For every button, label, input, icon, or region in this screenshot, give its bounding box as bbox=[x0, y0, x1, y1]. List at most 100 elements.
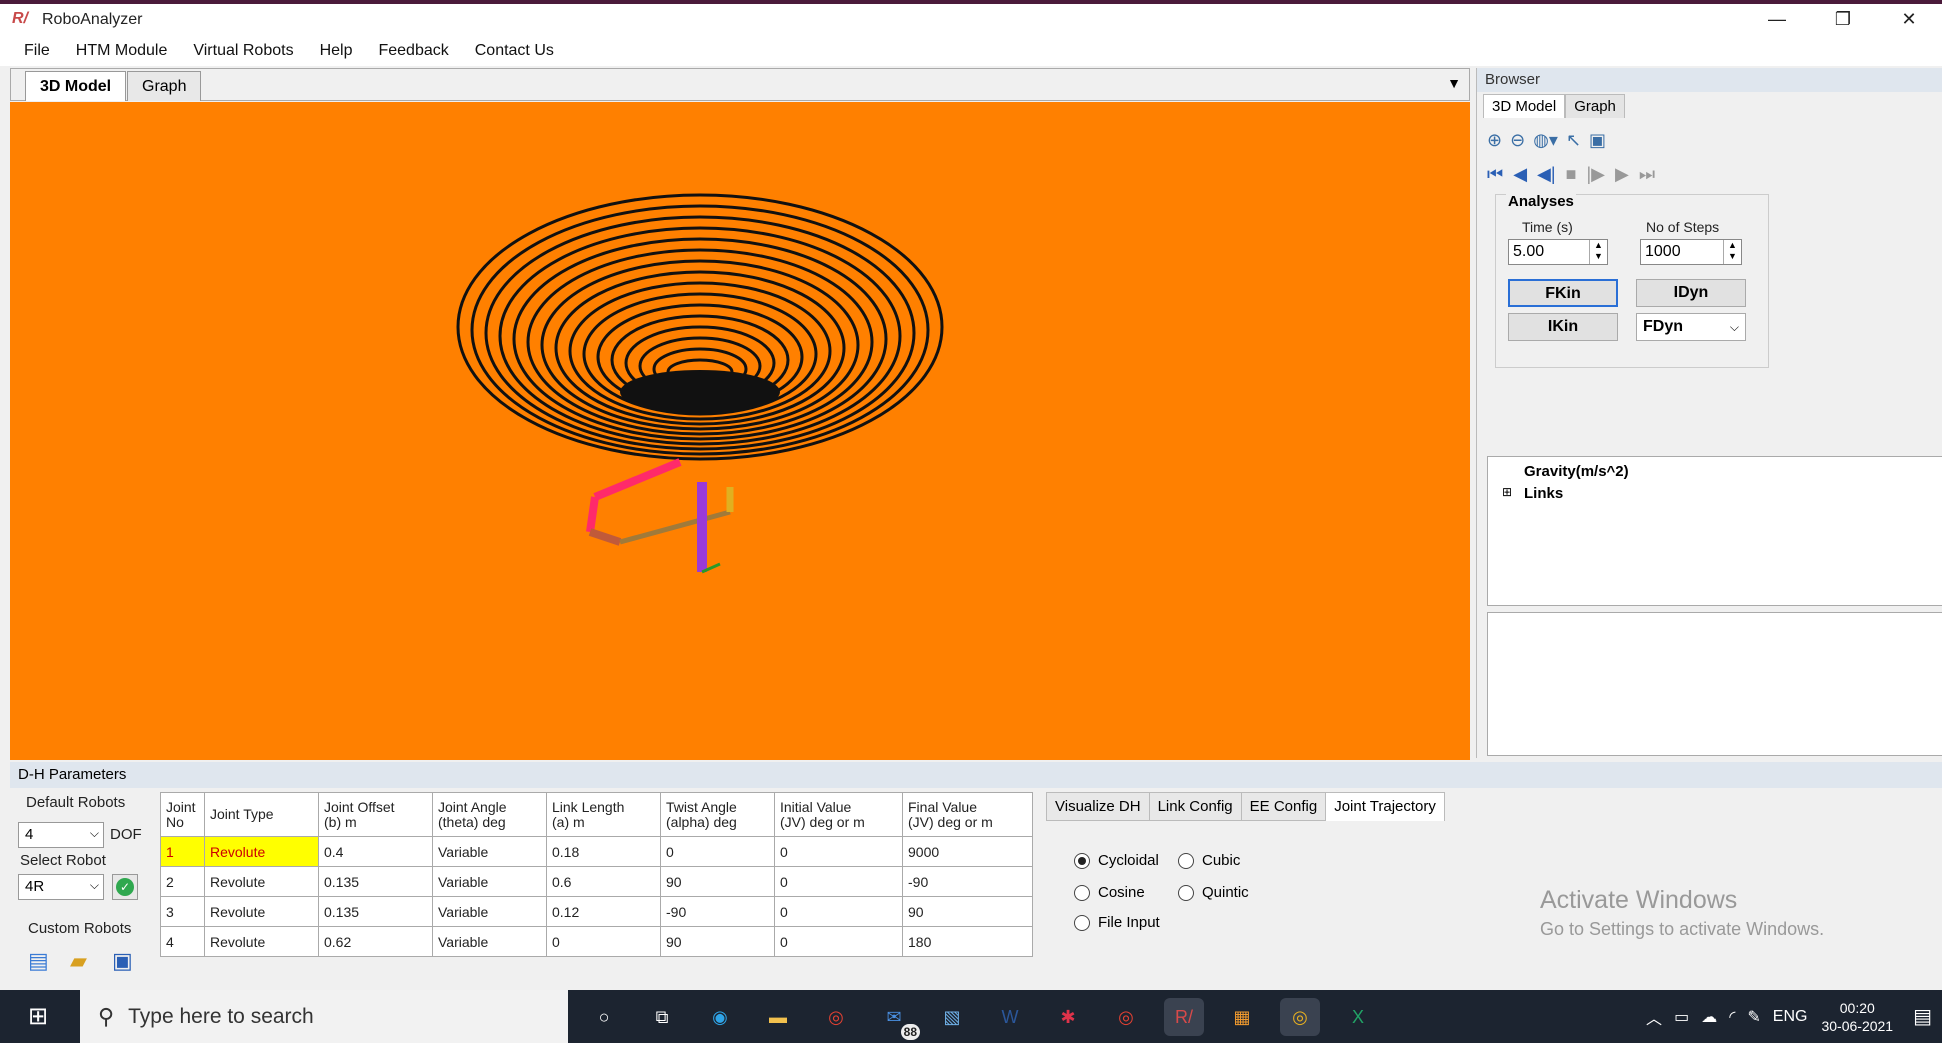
menu-contact-us[interactable]: Contact Us bbox=[475, 42, 554, 60]
tab-ee-config[interactable]: EE Config bbox=[1240, 792, 1327, 821]
cell-joint-type[interactable]: Revolute bbox=[204, 836, 319, 867]
cell-final-value[interactable]: 9000 bbox=[902, 836, 1033, 867]
cell-twist-angle[interactable]: 90 bbox=[660, 866, 775, 897]
tab-link-config[interactable]: Link Config bbox=[1148, 792, 1242, 821]
cell-joint-offset[interactable]: 0.135 bbox=[318, 866, 433, 897]
cell-joint-angle[interactable]: Variable bbox=[432, 866, 547, 897]
play-reverse-icon[interactable]: ◀ bbox=[1513, 164, 1527, 185]
cell-joint-no[interactable]: 3 bbox=[160, 896, 205, 927]
notifications-icon[interactable]: ▤ bbox=[1913, 1004, 1932, 1029]
save-disk-icon[interactable]: ▣ bbox=[112, 948, 133, 974]
load-robot-button[interactable]: ✓ bbox=[112, 874, 138, 900]
time-stepper[interactable]: 5.00 ▲ ▼ bbox=[1508, 239, 1608, 265]
fkin-button[interactable]: FKin bbox=[1508, 279, 1618, 307]
zoom-out-icon[interactable]: ⊖ bbox=[1510, 130, 1525, 151]
stop-icon[interactable]: ■ bbox=[1566, 164, 1577, 185]
tab-graph[interactable]: Graph bbox=[127, 71, 202, 101]
chevron-up-icon[interactable]: ︿ bbox=[1646, 1005, 1662, 1029]
steps-stepper[interactable]: 1000 ▲ ▼ bbox=[1640, 239, 1742, 265]
browser-tab-3d-model[interactable]: 3D Model bbox=[1483, 94, 1566, 118]
rotate-view-icon[interactable]: ◍▾ bbox=[1533, 130, 1558, 151]
3d-model-viewport[interactable] bbox=[10, 102, 1470, 760]
cell-twist-angle[interactable]: 0 bbox=[660, 836, 775, 867]
cell-joint-no[interactable]: 4 bbox=[160, 926, 205, 957]
taskbar-search-box[interactable]: ⚲ Type here to search bbox=[80, 990, 568, 1043]
cloud-icon[interactable]: ☁ bbox=[1701, 1007, 1717, 1027]
menu-help[interactable]: Help bbox=[320, 42, 353, 60]
close-button[interactable]: ✕ bbox=[1876, 4, 1942, 36]
cell-final-value[interactable]: -90 bbox=[902, 866, 1033, 897]
step-back-icon[interactable]: ◀| bbox=[1537, 164, 1556, 185]
cell-initial-value[interactable]: 0 bbox=[774, 866, 903, 897]
first-frame-icon[interactable]: ⏮ bbox=[1487, 164, 1503, 185]
pan-icon[interactable]: ↖ bbox=[1566, 130, 1581, 151]
window-app-icon[interactable]: ▦ bbox=[1222, 998, 1262, 1036]
chrome-profile-icon[interactable]: ◎ bbox=[1106, 998, 1146, 1036]
minimize-button[interactable]: — bbox=[1744, 4, 1810, 36]
cell-link-length[interactable]: 0.18 bbox=[546, 836, 661, 867]
cell-final-value[interactable]: 90 bbox=[902, 896, 1033, 927]
clock[interactable]: 00:20 30-06-2021 bbox=[1821, 999, 1893, 1035]
wifi-icon[interactable]: ◜ bbox=[1729, 1007, 1735, 1027]
pin-app-icon[interactable]: ✱ bbox=[1048, 998, 1088, 1036]
new-robot-icon[interactable]: ▤ bbox=[28, 948, 49, 974]
tab-joint-trajectory[interactable]: Joint Trajectory bbox=[1325, 792, 1445, 821]
edge-icon[interactable]: ◉ bbox=[700, 998, 740, 1036]
cell-joint-angle[interactable]: Variable bbox=[432, 926, 547, 957]
cell-initial-value[interactable]: 0 bbox=[774, 896, 903, 927]
time-spin-arrows-icon[interactable]: ▲ ▼ bbox=[1589, 240, 1607, 264]
pen-icon[interactable]: ✎ bbox=[1747, 1007, 1760, 1027]
chrome-active-icon[interactable]: ◎ bbox=[1280, 998, 1320, 1036]
tab-3d-model[interactable]: 3D Model bbox=[25, 71, 127, 101]
open-folder-icon[interactable]: ▰ bbox=[70, 948, 87, 974]
cell-link-length[interactable]: 0 bbox=[546, 926, 661, 957]
fdyn-select[interactable]: FDyn ⌵ bbox=[1636, 313, 1746, 341]
radio-cosine[interactable]: Cosine bbox=[1074, 884, 1145, 901]
battery-icon[interactable]: ▭ bbox=[1674, 1007, 1689, 1027]
expand-plus-icon[interactable]: ⊞ bbox=[1502, 485, 1512, 499]
tree-node-links[interactable]: Links bbox=[1524, 485, 1563, 502]
roboanalyzer-taskbar-icon[interactable]: R/ bbox=[1164, 998, 1204, 1036]
play-icon[interactable]: ▶ bbox=[1615, 164, 1629, 185]
dof-select[interactable]: 4 ⌵ bbox=[18, 822, 104, 848]
mail-icon[interactable]: ✉ 88 bbox=[874, 998, 920, 1040]
cortana-icon[interactable]: ○ bbox=[584, 998, 624, 1036]
cell-final-value[interactable]: 180 bbox=[902, 926, 1033, 957]
paint-icon[interactable]: ▧ bbox=[932, 998, 972, 1036]
menu-feedback[interactable]: Feedback bbox=[378, 42, 448, 60]
file-explorer-icon[interactable]: ▬ bbox=[758, 998, 798, 1036]
cell-joint-offset[interactable]: 0.4 bbox=[318, 836, 433, 867]
cell-twist-angle[interactable]: 90 bbox=[660, 926, 775, 957]
cell-joint-no[interactable]: 2 bbox=[160, 866, 205, 897]
cell-initial-value[interactable]: 0 bbox=[774, 926, 903, 957]
radio-cubic[interactable]: Cubic bbox=[1178, 852, 1240, 869]
tab-visualize-dh[interactable]: Visualize DH bbox=[1046, 792, 1150, 821]
tree-node-gravity[interactable]: Gravity(m/s^2) bbox=[1524, 463, 1629, 480]
step-forward-icon[interactable]: |▶ bbox=[1586, 164, 1605, 185]
cell-joint-angle[interactable]: Variable bbox=[432, 836, 547, 867]
radio-quintic[interactable]: Quintic bbox=[1178, 884, 1249, 901]
word-icon[interactable]: W bbox=[990, 998, 1030, 1036]
browser-tab-graph[interactable]: Graph bbox=[1565, 94, 1625, 118]
steps-spin-arrows-icon[interactable]: ▲ ▼ bbox=[1723, 240, 1741, 264]
cell-link-length[interactable]: 0.6 bbox=[546, 866, 661, 897]
last-frame-icon[interactable]: ⏭ bbox=[1639, 164, 1655, 185]
tab-list-dropdown-icon[interactable]: ▼ bbox=[1447, 75, 1461, 91]
idyn-button[interactable]: IDyn bbox=[1636, 279, 1746, 307]
menu-file[interactable]: File bbox=[24, 42, 50, 60]
excel-icon[interactable]: X bbox=[1338, 998, 1378, 1036]
screenshot-icon[interactable]: ▣ bbox=[1589, 130, 1606, 151]
cell-joint-type[interactable]: Revolute bbox=[204, 926, 319, 957]
cell-initial-value[interactable]: 0 bbox=[774, 836, 903, 867]
windows-start-icon[interactable]: ⊞ bbox=[28, 1002, 56, 1030]
cell-link-length[interactable]: 0.12 bbox=[546, 896, 661, 927]
cell-joint-type[interactable]: Revolute bbox=[204, 896, 319, 927]
menu-htm-module[interactable]: HTM Module bbox=[76, 42, 168, 60]
radio-file-input[interactable]: File Input bbox=[1074, 914, 1160, 931]
robot-select[interactable]: 4R ⌵ bbox=[18, 874, 104, 900]
chrome-icon[interactable]: ◎ bbox=[816, 998, 856, 1036]
cell-joint-offset[interactable]: 0.62 bbox=[318, 926, 433, 957]
cell-twist-angle[interactable]: -90 bbox=[660, 896, 775, 927]
restore-button[interactable]: ❐ bbox=[1810, 4, 1876, 36]
cell-joint-type[interactable]: Revolute bbox=[204, 866, 319, 897]
